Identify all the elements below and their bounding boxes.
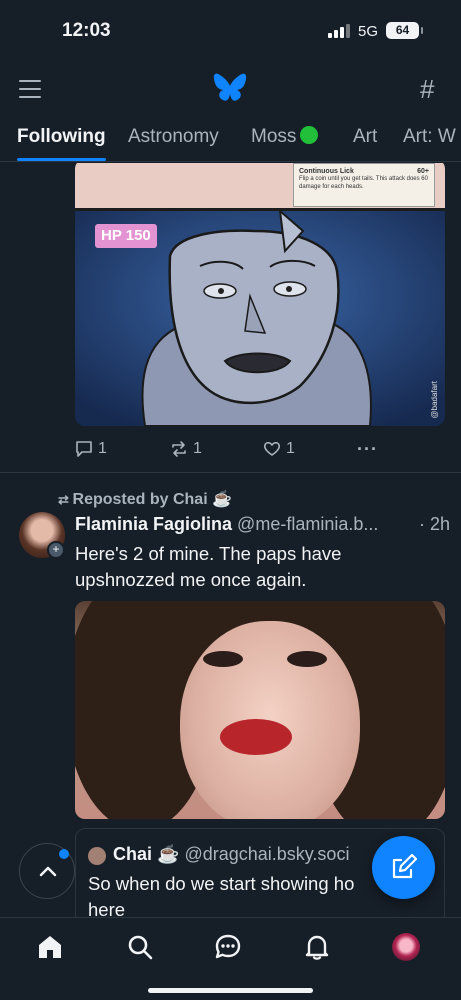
heart-icon	[263, 441, 281, 456]
photo-eye-right	[287, 651, 327, 667]
repost-label: ⇄ Reposted by Chai ☕	[58, 489, 232, 509]
post-header: Flaminia Fagiolina @me-flaminia.b... · 2…	[75, 514, 450, 535]
attack-text: Flip a coin until you get tails. This at…	[299, 176, 428, 190]
attack-title: Continuous Lick	[299, 168, 354, 175]
compose-icon	[392, 853, 418, 879]
artist-watermark: @badafart	[430, 380, 439, 418]
post-time: · 2h	[418, 514, 450, 534]
status-time: 12:03	[62, 20, 111, 41]
bell-icon[interactable]	[302, 932, 332, 962]
hamburger-icon[interactable]	[19, 80, 41, 98]
post-divider	[0, 472, 461, 473]
photo-eye-left	[203, 651, 243, 667]
repost-small-icon: ⇄	[58, 492, 73, 507]
quote-author-name: Chai ☕	[113, 844, 180, 864]
author-name[interactable]: Flaminia Fagiolina	[75, 514, 232, 534]
tab-following[interactable]: Following	[17, 126, 106, 148]
attack-card: Continuous Lick 60+ Flip a coin until yo…	[293, 163, 435, 207]
more-options-icon[interactable]: ···	[357, 437, 378, 461]
top-bar: #	[0, 62, 461, 116]
battery-icon: 64	[386, 22, 423, 39]
reply-icon	[76, 441, 92, 457]
home-indicator	[148, 988, 313, 993]
attack-damage: 60+	[417, 168, 429, 175]
search-icon[interactable]	[125, 932, 155, 962]
hash-icon[interactable]: #	[420, 74, 434, 105]
network-label: 5G	[358, 23, 379, 40]
tab-moss-label: Moss	[251, 126, 297, 147]
author-handle[interactable]: @me-flaminia.b...	[237, 514, 378, 534]
like-button[interactable]: 1	[263, 437, 295, 461]
post-image-comic[interactable]: Continuous Lick 60+ Flip a coin until yo…	[75, 163, 445, 426]
repost-label-text: Reposted by Chai ☕	[72, 491, 233, 508]
post-text: Here's 2 of mine. The paps have upshnozz…	[75, 543, 342, 590]
active-tab-indicator	[17, 158, 106, 161]
feed-tabs: Following Astronomy Moss Art Art: W	[0, 118, 461, 162]
quote-text: So when do we start showing ho here	[88, 873, 355, 917]
feed[interactable]: Continuous Lick 60+ Flip a coin until yo…	[0, 163, 461, 917]
hp-badge: HP 150	[95, 224, 157, 248]
status-bar: 12:03 5G 64	[0, 0, 461, 62]
tab-art-w[interactable]: Art: W	[403, 126, 456, 148]
signal-icon	[328, 24, 350, 38]
bottom-nav	[0, 917, 461, 1000]
green-circle-icon	[300, 126, 319, 144]
compose-button[interactable]	[372, 836, 435, 899]
like-count: 1	[286, 440, 295, 457]
reply-button[interactable]: 1	[75, 437, 107, 461]
new-posts-dot	[59, 849, 69, 859]
tab-moss[interactable]: Moss	[251, 126, 319, 148]
chat-icon[interactable]	[213, 932, 243, 962]
repost-icon	[172, 441, 186, 457]
post-image-photo[interactable]	[75, 601, 445, 819]
quote-avatar	[88, 847, 106, 865]
follow-plus-icon[interactable]: +	[47, 541, 65, 559]
profile-avatar[interactable]	[392, 933, 420, 961]
repost-count: 1	[193, 440, 202, 457]
comic-top-panel: Continuous Lick 60+ Flip a coin until yo…	[75, 163, 445, 211]
home-icon[interactable]	[35, 932, 65, 962]
photo-lips	[220, 719, 292, 755]
tab-astronomy[interactable]: Astronomy	[128, 126, 219, 148]
repost-button[interactable]: 1	[170, 437, 202, 461]
butterfly-icon[interactable]	[213, 72, 247, 104]
reply-count: 1	[98, 440, 107, 457]
tab-art[interactable]: Art	[353, 126, 377, 148]
post-actions: 1 1 1 ···	[75, 437, 445, 461]
quote-author-handle: @dragchai.bsky.soci	[184, 844, 350, 864]
